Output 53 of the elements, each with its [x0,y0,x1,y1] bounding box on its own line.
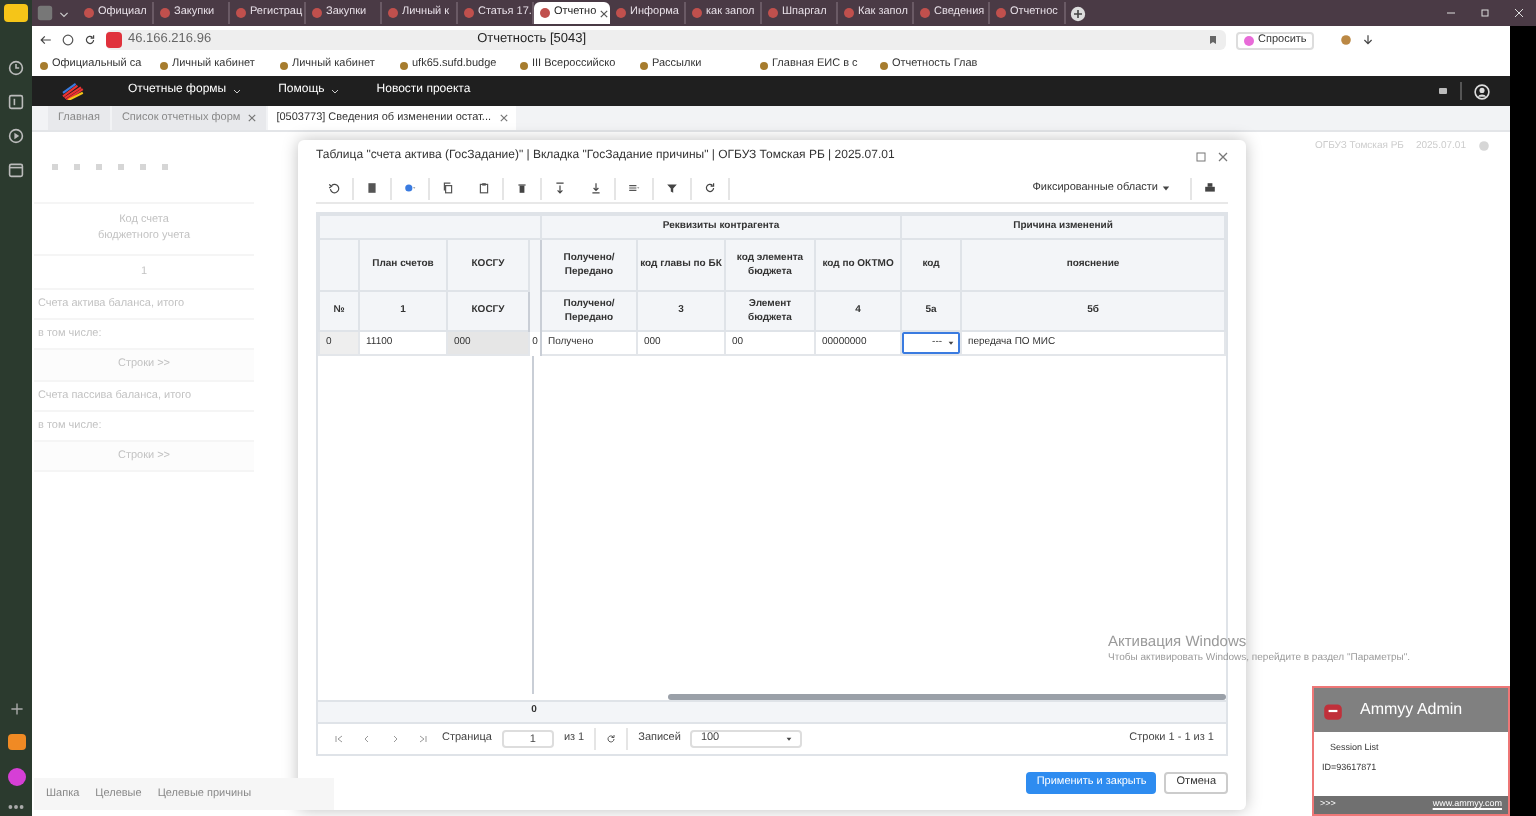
new-tab-icon[interactable] [1070,5,1086,21]
logo-icon [60,82,84,100]
refresh-icon[interactable] [606,734,617,744]
favicon-icon [236,8,246,18]
trash-icon[interactable] [516,182,528,194]
reload-icon[interactable] [84,34,96,46]
copy-icon[interactable] [442,182,454,194]
close-icon[interactable] [248,114,257,122]
caret-icon [948,340,955,346]
close-icon[interactable] [1218,152,1228,162]
caret-icon [786,736,793,742]
favicon-icon [84,8,94,18]
calendar-icon[interactable] [8,162,24,178]
close-icon[interactable] [600,9,609,17]
back-icon[interactable] [40,34,52,46]
chevron-down-icon[interactable] [58,7,70,19]
more-icon[interactable] [8,804,24,810]
favicon-icon [312,8,322,18]
columns-icon[interactable] [628,182,640,194]
filter-icon[interactable] [666,182,678,194]
favicon-icon [464,8,474,18]
clock-icon[interactable] [8,60,24,76]
restore-icon[interactable] [1480,8,1490,18]
scrollbar[interactable] [668,694,1226,700]
maximize-icon[interactable] [1196,152,1206,162]
print-icon[interactable] [1204,182,1216,194]
window-title: Ammyy Admin [1360,698,1463,722]
favicon-icon [844,8,854,18]
favicon-icon [616,8,626,18]
minimize-icon[interactable] [1446,8,1456,18]
bookmark-icon[interactable] [1208,34,1218,46]
play-icon[interactable] [8,128,24,144]
favicon-icon [160,8,170,18]
caret-icon [1162,184,1170,192]
ammyy-logo-icon [1322,699,1344,721]
favicon-icon [388,8,398,18]
close-icon[interactable] [499,114,508,122]
undo-icon[interactable] [328,182,340,194]
insert-below-icon[interactable] [590,182,602,194]
favicon-icon [768,8,778,18]
record-icon[interactable] [404,182,416,194]
user-icon[interactable] [1474,83,1490,99]
download-icon[interactable] [1362,34,1375,46]
favicon-icon [996,8,1006,18]
insert-above-icon[interactable] [554,182,566,194]
favicon-icon [540,8,550,18]
plus-icon[interactable] [9,702,23,716]
panel-icon[interactable] [8,94,24,110]
refresh-icon[interactable] [704,182,716,194]
favicon-icon [692,8,702,18]
app-icon[interactable] [4,4,28,22]
clipboard-icon[interactable] [478,182,490,194]
favicon-icon [920,8,930,18]
